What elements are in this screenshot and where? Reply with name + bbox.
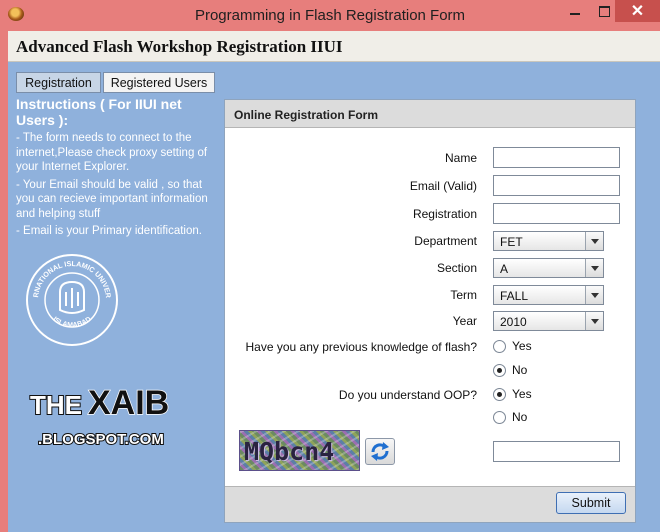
heading-bar: Advanced Flash Workshop Registration IIU… [8,31,660,62]
flash-radio-no[interactable]: No [493,362,527,378]
year-value: 2010 [500,315,527,329]
panel-title: Online Registration Form [234,108,379,122]
university-logo: INTERNATIONAL ISLAMIC UNIVERSITY ISLAMAB… [24,252,118,346]
term-value: FALL [500,289,529,303]
registration-form-panel: Online Registration Form Name Email (Val… [224,99,636,523]
chevron-down-icon[interactable] [585,286,603,304]
chevron-down-icon[interactable] [585,259,603,277]
submit-button[interactable]: Submit [556,492,626,514]
oop-yes-label: Yes [512,387,532,401]
flash-yes-label: Yes [512,339,532,353]
content-area: Registration Registered Users Instructio… [8,62,660,532]
flash-question-label: Have you any previous knowledge of flash… [245,340,477,354]
email-field[interactable] [493,175,620,196]
chevron-down-icon[interactable] [585,232,603,250]
blog-logo-the: THE [30,390,82,420]
department-label: Department [414,234,477,248]
chevron-down-icon[interactable] [585,312,603,330]
page-heading: Advanced Flash Workshop Registration IIU… [16,37,343,56]
term-select[interactable]: FALL [493,285,604,305]
section-label: Section [436,261,477,275]
department-value: FET [500,235,523,249]
title-bar: Programming in Flash Registration Form ✕ [0,0,660,31]
name-field[interactable] [493,147,620,168]
section-value: A [500,262,509,276]
oop-radio-no[interactable]: No [493,409,527,425]
registration-field[interactable] [493,203,620,224]
captcha-text: MQbcn4 [244,437,335,466]
refresh-captcha-button[interactable] [365,438,395,465]
svg-text:INTERNATIONAL ISLAMIC UNIVERSI: INTERNATIONAL ISLAMIC UNIVERSITY [24,252,113,299]
oop-question-label: Do you understand OOP? [338,388,477,402]
minimize-button[interactable] [565,0,585,22]
panel-header: Online Registration Form [225,100,635,128]
window-title: Programming in Flash Registration Form [194,7,466,24]
radio-unchecked-icon[interactable] [493,410,506,424]
registration-label: Registration [412,207,477,221]
radio-checked-icon[interactable] [493,363,506,377]
refresh-icon [371,442,389,461]
radio-unchecked-icon[interactable] [493,339,506,353]
radio-checked-icon[interactable] [493,387,506,401]
section-select[interactable]: A [493,258,604,278]
year-label: Year [452,314,477,328]
close-button[interactable]: ✕ [615,0,660,22]
blog-logo: THE XAIB .BLOGSPOT.COM [29,383,170,449]
instruction-line: - The form needs to connect to the inter… [16,132,208,173]
oop-radio-yes[interactable]: Yes [493,386,532,402]
instruction-line: - Email is your Primary identification. [16,225,202,237]
maximize-button[interactable] [594,0,614,22]
svg-text:ISLAMABAD: ISLAMABAD [51,316,92,329]
close-icon: ✕ [630,3,645,20]
blog-logo-domain: .BLOGSPOT.COM [38,431,164,448]
blog-logo-xaib: XAIB [88,384,169,422]
captcha-image: MQbcn4 [239,430,360,471]
year-select[interactable]: 2010 [493,311,604,331]
tab-registered-users[interactable]: Registered Users [103,72,215,93]
tab-registration[interactable]: Registration [16,72,101,93]
captcha-input[interactable] [493,441,620,462]
logo-top-text: INTERNATIONAL ISLAMIC UNIVERSITY [24,252,113,299]
term-label: Term [450,288,477,302]
name-label: Name [444,151,477,165]
email-label: Email (Valid) [409,179,477,193]
logo-bottom-text: ISLAMABAD [51,316,92,329]
department-select[interactable]: FET [493,231,604,251]
instructions-title: Instructions ( For IIUI net Users ): [16,96,182,128]
oop-no-label: No [512,410,528,424]
instruction-line: - Your Email should be valid , so that y… [16,178,208,220]
instructions: Instructions ( For IIUI net Users ): - T… [16,96,216,239]
flash-radio-yes[interactable]: Yes [493,338,532,354]
flash-no-label: No [512,363,528,377]
